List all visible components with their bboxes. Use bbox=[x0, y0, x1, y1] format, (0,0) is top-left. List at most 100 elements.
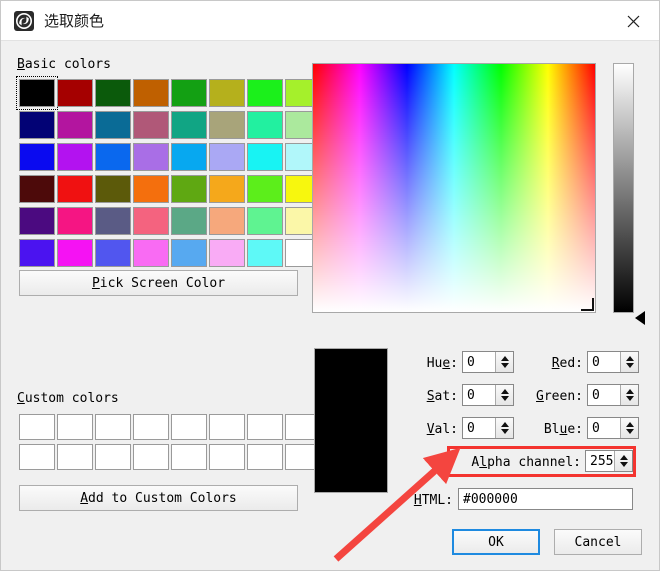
close-icon[interactable] bbox=[615, 7, 651, 35]
custom-color-swatch[interactable] bbox=[57, 444, 93, 470]
ok-button[interactable]: OK bbox=[452, 529, 540, 555]
basic-color-swatch[interactable] bbox=[247, 143, 283, 171]
basic-color-swatch[interactable] bbox=[209, 175, 245, 203]
custom-color-swatch[interactable] bbox=[95, 414, 131, 440]
blue-stepper-icon[interactable] bbox=[620, 418, 638, 438]
basic-color-swatch[interactable] bbox=[209, 111, 245, 139]
basic-color-swatch[interactable] bbox=[57, 143, 93, 171]
basic-color-swatch[interactable] bbox=[95, 79, 131, 107]
alpha-channel-spinbox[interactable]: 255 bbox=[585, 450, 633, 472]
val-spinbox[interactable]: 0 bbox=[462, 417, 514, 439]
add-to-custom-colors-button[interactable]: Add to Custom Colors bbox=[19, 485, 298, 511]
custom-color-swatch[interactable] bbox=[95, 444, 131, 470]
basic-color-swatch[interactable] bbox=[171, 175, 207, 203]
basic-color-swatch[interactable] bbox=[19, 207, 55, 235]
basic-color-swatch[interactable] bbox=[95, 111, 131, 139]
green-stepper-icon[interactable] bbox=[620, 385, 638, 405]
red-label: Red: bbox=[521, 356, 583, 371]
basic-color-swatch[interactable] bbox=[247, 207, 283, 235]
val-stepper-icon[interactable] bbox=[495, 418, 513, 438]
red-spinbox[interactable]: 0 bbox=[587, 351, 639, 373]
alpha-stepper-icon[interactable] bbox=[614, 451, 632, 471]
basic-color-swatch[interactable] bbox=[16, 76, 58, 110]
basic-color-swatch[interactable] bbox=[57, 175, 93, 203]
sat-stepper-icon[interactable] bbox=[495, 385, 513, 405]
saturation-value-square[interactable] bbox=[312, 63, 596, 313]
sat-value[interactable]: 0 bbox=[463, 385, 495, 405]
basic-color-swatch[interactable] bbox=[57, 239, 93, 267]
html-color-input[interactable]: #000000 bbox=[458, 488, 633, 510]
pick-screen-color-button[interactable]: Pick Screen Color bbox=[19, 270, 298, 296]
basic-color-swatch[interactable] bbox=[133, 79, 169, 107]
alpha-channel-value[interactable]: 255 bbox=[586, 451, 614, 471]
hue-value[interactable]: 0 bbox=[463, 352, 495, 372]
basic-color-swatch[interactable] bbox=[19, 175, 55, 203]
basic-color-swatch[interactable] bbox=[171, 143, 207, 171]
basic-color-swatch[interactable] bbox=[133, 207, 169, 235]
cancel-button[interactable]: Cancel bbox=[554, 529, 642, 555]
green-spinbox[interactable]: 0 bbox=[587, 384, 639, 406]
basic-color-swatch[interactable] bbox=[133, 239, 169, 267]
basic-color-swatch[interactable] bbox=[247, 239, 283, 267]
value-slider[interactable] bbox=[613, 63, 634, 313]
basic-color-swatch[interactable] bbox=[57, 79, 93, 107]
custom-color-swatch[interactable] bbox=[171, 414, 207, 440]
basic-color-swatch[interactable] bbox=[247, 175, 283, 203]
basic-color-swatch[interactable] bbox=[95, 239, 131, 267]
blue-spinbox[interactable]: 0 bbox=[587, 417, 639, 439]
basic-color-swatch[interactable] bbox=[133, 143, 169, 171]
custom-colors-label: Custom colors bbox=[17, 391, 119, 406]
html-label: HTML: bbox=[409, 493, 453, 508]
basic-color-swatch[interactable] bbox=[133, 175, 169, 203]
green-value[interactable]: 0 bbox=[588, 385, 620, 405]
custom-color-swatch[interactable] bbox=[247, 444, 283, 470]
basic-color-swatch[interactable] bbox=[95, 143, 131, 171]
hue-label: Hue: bbox=[417, 356, 458, 371]
blue-label-pre: Bl bbox=[543, 422, 560, 437]
custom-color-swatch[interactable] bbox=[171, 444, 207, 470]
custom-color-swatch[interactable] bbox=[57, 414, 93, 440]
basic-color-swatch[interactable] bbox=[171, 207, 207, 235]
basic-color-swatch[interactable] bbox=[57, 111, 93, 139]
basic-color-swatch[interactable] bbox=[19, 111, 55, 139]
sv-crosshair-cursor[interactable] bbox=[581, 298, 594, 311]
hue-mnemonic: e bbox=[442, 356, 451, 371]
basic-color-swatch[interactable] bbox=[133, 111, 169, 139]
basic-color-swatch[interactable] bbox=[19, 239, 55, 267]
shutter-icon bbox=[14, 11, 34, 31]
basic-color-swatch[interactable] bbox=[57, 207, 93, 235]
basic-color-swatch[interactable] bbox=[209, 207, 245, 235]
red-value[interactable]: 0 bbox=[588, 352, 620, 372]
basic-color-swatch[interactable] bbox=[209, 239, 245, 267]
basic-color-swatch[interactable] bbox=[171, 79, 207, 107]
basic-color-swatch[interactable] bbox=[19, 143, 55, 171]
custom-color-swatch[interactable] bbox=[247, 414, 283, 440]
custom-color-swatch[interactable] bbox=[19, 444, 55, 470]
custom-color-swatch[interactable] bbox=[133, 444, 169, 470]
custom-colors-grid[interactable] bbox=[19, 414, 321, 470]
basic-color-swatch[interactable] bbox=[209, 79, 245, 107]
basic-colors-grid[interactable] bbox=[16, 76, 321, 267]
sat-spinbox[interactable]: 0 bbox=[462, 384, 514, 406]
basic-color-swatch[interactable] bbox=[247, 111, 283, 139]
custom-color-swatch[interactable] bbox=[133, 414, 169, 440]
html-mnemonic: H bbox=[413, 493, 422, 508]
basic-color-swatch[interactable] bbox=[209, 143, 245, 171]
val-value[interactable]: 0 bbox=[463, 418, 495, 438]
alpha-mnemonic: l bbox=[479, 455, 488, 470]
basic-color-swatch[interactable] bbox=[95, 175, 131, 203]
red-stepper-icon[interactable] bbox=[620, 352, 638, 372]
color-picker-dialog: 选取颜色 Basic colors Pick Screen Color Cust… bbox=[0, 0, 660, 571]
hue-stepper-icon[interactable] bbox=[495, 352, 513, 372]
hue-spinbox[interactable]: 0 bbox=[462, 351, 514, 373]
blue-value[interactable]: 0 bbox=[588, 418, 620, 438]
custom-color-swatch[interactable] bbox=[209, 444, 245, 470]
basic-color-swatch[interactable] bbox=[95, 207, 131, 235]
value-slider-handle-icon[interactable] bbox=[635, 311, 645, 325]
custom-color-swatch[interactable] bbox=[209, 414, 245, 440]
basic-color-swatch[interactable] bbox=[171, 111, 207, 139]
custom-color-swatch[interactable] bbox=[19, 414, 55, 440]
basic-color-swatch[interactable] bbox=[247, 79, 283, 107]
basic-color-swatch[interactable] bbox=[171, 239, 207, 267]
custom-colors-label-rest: ustom colors bbox=[24, 391, 119, 406]
